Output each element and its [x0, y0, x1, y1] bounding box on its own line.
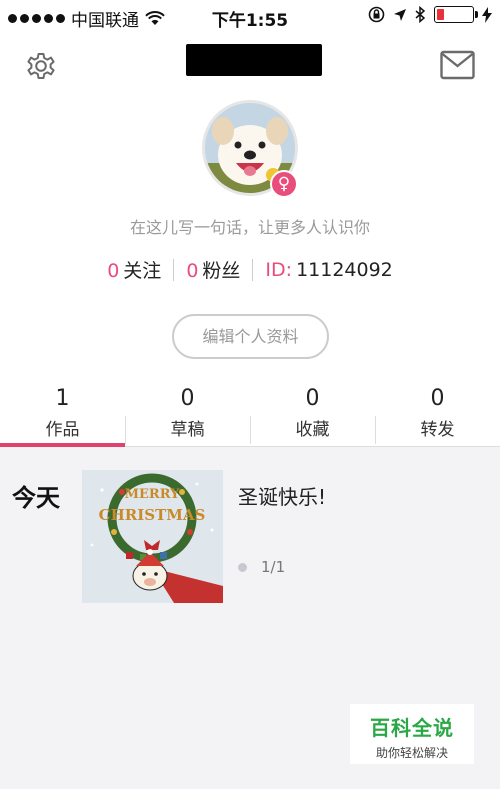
mail-icon[interactable] — [440, 50, 475, 80]
profile-stats: 0 关注 0 粉丝 ID: 11124092 — [0, 256, 500, 283]
post-pager: 1/1 — [238, 558, 285, 576]
watermark-title: 百科全说 — [370, 716, 454, 740]
rotation-lock-icon — [368, 6, 385, 23]
redacted-username — [186, 44, 322, 76]
tab-works[interactable]: 1 作品 — [0, 380, 125, 447]
followers-count: 0 — [186, 260, 199, 282]
tab-label: 转发 — [420, 420, 455, 440]
tab-label: 作品 — [45, 420, 80, 440]
edit-profile-button[interactable]: 编辑个人资料 — [172, 314, 329, 359]
bluetooth-icon — [415, 6, 426, 23]
followers-label: 粉丝 — [202, 260, 241, 282]
christmas-card-image: MERRY CHRISTMAS — [82, 470, 223, 603]
location-icon — [394, 8, 406, 21]
profile-tabs: 1 作品 0 草稿 0 收藏 0 转发 — [0, 380, 500, 447]
tab-favorites[interactable]: 0 收藏 — [250, 380, 375, 446]
battery-level — [437, 9, 444, 20]
pager-text: 1/1 — [261, 558, 286, 576]
followers-stat[interactable]: 0 粉丝 — [186, 256, 240, 283]
female-gender-icon: ♀ — [270, 170, 298, 198]
charging-icon — [482, 6, 492, 23]
following-label: 关注 — [123, 260, 162, 282]
tab-count: 0 — [430, 386, 445, 411]
tab-label: 草稿 — [170, 420, 205, 440]
battery-icon — [434, 6, 478, 23]
status-bar: 中国联通 下午1:55 — [0, 0, 500, 34]
id-label: ID: — [265, 258, 293, 281]
stat-divider — [252, 258, 254, 281]
tab-reposts[interactable]: 0 转发 — [375, 380, 500, 446]
tab-count: 1 — [55, 386, 70, 411]
profile-bio[interactable]: 在这儿写一句话，让更多人认识你 — [0, 214, 500, 238]
id-value: 11124092 — [296, 258, 393, 281]
following-count: 0 — [107, 260, 120, 282]
settings-gear-icon[interactable] — [25, 50, 57, 82]
watermark-badge: 百科全说 助你轻松解决 — [350, 704, 474, 764]
feed-day-label: 今天 — [12, 484, 60, 512]
stat-divider — [173, 258, 175, 281]
post-thumbnail[interactable]: MERRY CHRISTMAS — [82, 470, 223, 603]
user-id: ID: 11124092 — [265, 259, 392, 281]
following-stat[interactable]: 0 关注 — [107, 256, 161, 283]
tab-count: 0 — [180, 386, 195, 411]
profile-header: 中国联通 下午1:55 ♀ 在这儿写一句话，让更多人认识你 0 关注 0 粉丝 … — [0, 0, 500, 447]
tab-count: 0 — [305, 386, 320, 411]
tab-label: 收藏 — [295, 420, 330, 440]
tab-drafts[interactable]: 0 草稿 — [125, 380, 250, 446]
watermark-subtitle: 助你轻松解决 — [375, 746, 448, 760]
post-title[interactable]: 圣诞快乐! — [238, 481, 326, 510]
card-text-christmas: CHRISTMAS — [99, 506, 206, 524]
card-text-merry: MERRY — [125, 487, 181, 502]
pager-dot — [238, 562, 247, 572]
